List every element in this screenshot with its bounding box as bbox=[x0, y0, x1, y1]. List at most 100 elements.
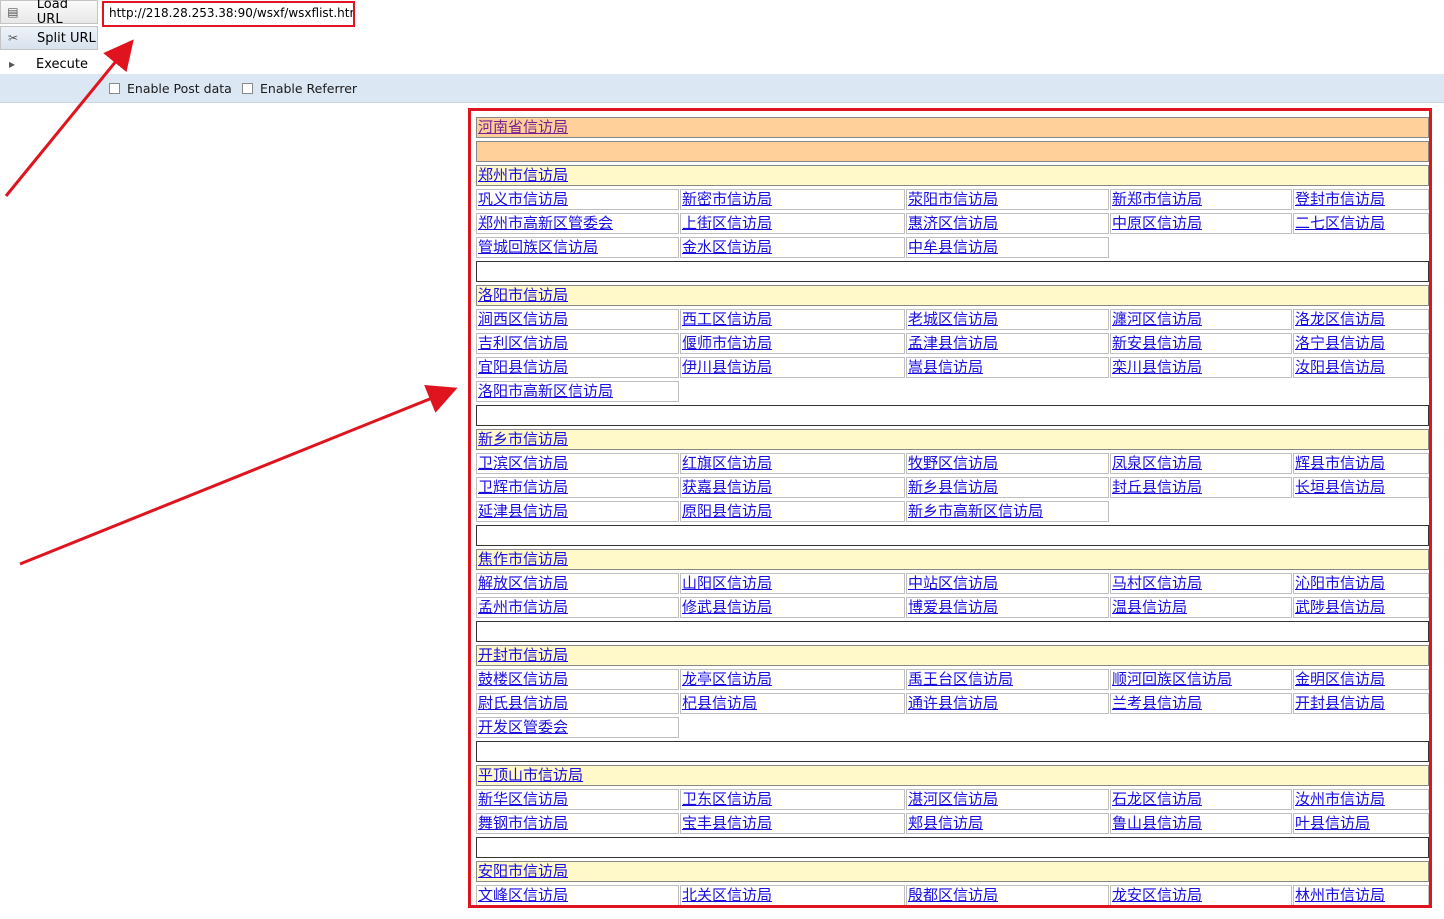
office-cell-link[interactable]: 原阳县信访局 bbox=[681, 502, 772, 520]
office-cell[interactable]: 马村区信访局 bbox=[1110, 573, 1292, 594]
office-cell[interactable]: 孟津县信访局 bbox=[906, 333, 1109, 354]
office-cell[interactable]: 武陟县信访局 bbox=[1293, 597, 1429, 618]
office-cell[interactable]: 新乡市高新区信访局 bbox=[906, 501, 1109, 522]
office-cell-link[interactable]: 长垣县信访局 bbox=[1294, 478, 1385, 496]
office-cell[interactable]: 兰考县信访局 bbox=[1110, 693, 1292, 714]
office-cell[interactable]: 禹王台区信访局 bbox=[906, 669, 1109, 690]
office-cell[interactable]: 新乡县信访局 bbox=[906, 477, 1109, 498]
province-header[interactable]: 河南省信访局 bbox=[476, 117, 1429, 138]
office-cell-link[interactable]: 栾川县信访局 bbox=[1111, 358, 1202, 376]
office-cell[interactable]: 巩义市信访局 bbox=[476, 189, 679, 210]
office-cell-link[interactable]: 开发区管委会 bbox=[477, 718, 568, 736]
office-cell[interactable]: 偃师市信访局 bbox=[680, 333, 905, 354]
office-cell[interactable]: 通许县信访局 bbox=[906, 693, 1109, 714]
office-cell[interactable]: 牧野区信访局 bbox=[906, 453, 1109, 474]
city-header-link[interactable]: 安阳市信访局 bbox=[477, 862, 568, 880]
office-cell-link[interactable]: 吉利区信访局 bbox=[477, 334, 568, 352]
office-cell[interactable]: 郑州市高新区管委会 bbox=[476, 213, 679, 234]
office-cell[interactable]: 凤泉区信访局 bbox=[1110, 453, 1292, 474]
office-cell-link[interactable]: 巩义市信访局 bbox=[477, 190, 568, 208]
office-cell[interactable]: 开封县信访局 bbox=[1293, 693, 1429, 714]
office-cell[interactable]: 解放区信访局 bbox=[476, 573, 679, 594]
office-cell[interactable]: 登封市信访局 bbox=[1293, 189, 1429, 210]
city-header[interactable]: 洛阳市信访局 bbox=[476, 285, 1429, 306]
office-cell[interactable]: 郏县信访局 bbox=[906, 813, 1109, 834]
office-cell[interactable]: 管城回族区信访局 bbox=[476, 237, 679, 258]
office-cell-link[interactable]: 宝丰县信访局 bbox=[681, 814, 772, 832]
office-cell[interactable]: 汝州市信访局 bbox=[1293, 789, 1429, 810]
office-cell[interactable]: 温县信访局 bbox=[1110, 597, 1292, 618]
office-cell[interactable]: 长垣县信访局 bbox=[1293, 477, 1429, 498]
office-cell-link[interactable]: 杞县信访局 bbox=[681, 694, 757, 712]
office-cell-link[interactable]: 林州市信访局 bbox=[1294, 886, 1385, 904]
office-cell-link[interactable]: 卫辉市信访局 bbox=[477, 478, 568, 496]
enable-post-option[interactable]: Enable Post data bbox=[109, 81, 232, 96]
office-cell[interactable]: 宝丰县信访局 bbox=[680, 813, 905, 834]
office-cell-link[interactable]: 孟津县信访局 bbox=[907, 334, 998, 352]
office-cell[interactable]: 伊川县信访局 bbox=[680, 357, 905, 378]
office-cell-link[interactable]: 瀍河区信访局 bbox=[1111, 310, 1202, 328]
office-cell[interactable]: 红旗区信访局 bbox=[680, 453, 905, 474]
load-url-button[interactable]: ▤ Load URL bbox=[0, 0, 98, 27]
office-cell-link[interactable]: 金水区信访局 bbox=[681, 238, 772, 256]
office-cell-link[interactable]: 鼓楼区信访局 bbox=[477, 670, 568, 688]
office-cell[interactable]: 卫东区信访局 bbox=[680, 789, 905, 810]
office-cell-link[interactable]: 通许县信访局 bbox=[907, 694, 998, 712]
office-cell-link[interactable]: 新密市信访局 bbox=[681, 190, 772, 208]
city-header-link[interactable]: 焦作市信访局 bbox=[477, 550, 568, 568]
office-cell-link[interactable]: 登封市信访局 bbox=[1294, 190, 1385, 208]
office-cell-link[interactable]: 山阳区信访局 bbox=[681, 574, 772, 592]
office-cell-link[interactable]: 修武县信访局 bbox=[681, 598, 772, 616]
office-cell[interactable]: 中站区信访局 bbox=[906, 573, 1109, 594]
office-cell[interactable]: 原阳县信访局 bbox=[680, 501, 905, 522]
office-cell-link[interactable]: 二七区信访局 bbox=[1294, 214, 1385, 232]
office-cell[interactable]: 修武县信访局 bbox=[680, 597, 905, 618]
office-cell-link[interactable]: 封丘县信访局 bbox=[1111, 478, 1202, 496]
office-cell[interactable]: 湛河区信访局 bbox=[906, 789, 1109, 810]
office-cell[interactable]: 殷都区信访局 bbox=[906, 885, 1109, 905]
office-cell[interactable]: 获嘉县信访局 bbox=[680, 477, 905, 498]
office-cell-link[interactable]: 红旗区信访局 bbox=[681, 454, 772, 472]
office-cell-link[interactable]: 宜阳县信访局 bbox=[477, 358, 568, 376]
enable-post-checkbox[interactable] bbox=[109, 83, 120, 94]
office-cell[interactable]: 舞钢市信访局 bbox=[476, 813, 679, 834]
enable-referrer-checkbox[interactable] bbox=[242, 83, 253, 94]
office-cell-link[interactable]: 中原区信访局 bbox=[1111, 214, 1202, 232]
office-cell-link[interactable]: 中牟县信访局 bbox=[907, 238, 998, 256]
office-cell[interactable]: 中原区信访局 bbox=[1110, 213, 1292, 234]
office-cell-link[interactable]: 马村区信访局 bbox=[1111, 574, 1202, 592]
city-header[interactable]: 郑州市信访局 bbox=[476, 165, 1429, 186]
office-cell-link[interactable]: 龙安区信访局 bbox=[1111, 886, 1202, 904]
office-cell[interactable]: 惠济区信访局 bbox=[906, 213, 1109, 234]
office-cell-link[interactable]: 开封县信访局 bbox=[1294, 694, 1385, 712]
office-cell[interactable]: 龙安区信访局 bbox=[1110, 885, 1292, 905]
office-cell-link[interactable]: 顺河回族区信访局 bbox=[1111, 670, 1232, 688]
office-cell[interactable]: 嵩县信访局 bbox=[906, 357, 1109, 378]
office-cell-link[interactable]: 辉县市信访局 bbox=[1294, 454, 1385, 472]
office-cell[interactable]: 新密市信访局 bbox=[680, 189, 905, 210]
office-cell[interactable]: 西工区信访局 bbox=[680, 309, 905, 330]
city-header-link[interactable]: 郑州市信访局 bbox=[477, 166, 568, 184]
office-cell[interactable]: 汝阳县信访局 bbox=[1293, 357, 1429, 378]
office-cell-link[interactable]: 西工区信访局 bbox=[681, 310, 772, 328]
office-cell[interactable]: 鼓楼区信访局 bbox=[476, 669, 679, 690]
office-cell-link[interactable]: 新郑市信访局 bbox=[1111, 190, 1202, 208]
office-cell-link[interactable]: 伊川县信访局 bbox=[681, 358, 772, 376]
office-cell-link[interactable]: 卫滨区信访局 bbox=[477, 454, 568, 472]
city-header[interactable]: 新乡市信访局 bbox=[476, 429, 1429, 450]
office-cell-link[interactable]: 卫东区信访局 bbox=[681, 790, 772, 808]
city-header[interactable]: 安阳市信访局 bbox=[476, 861, 1429, 882]
office-cell-link[interactable]: 偃师市信访局 bbox=[681, 334, 772, 352]
office-cell[interactable]: 延津县信访局 bbox=[476, 501, 679, 522]
office-cell[interactable]: 金水区信访局 bbox=[680, 237, 905, 258]
office-cell-link[interactable]: 禹王台区信访局 bbox=[907, 670, 1013, 688]
province-header-link[interactable]: 河南省信访局 bbox=[477, 118, 568, 136]
office-cell[interactable]: 北关区信访局 bbox=[680, 885, 905, 905]
office-cell[interactable]: 洛阳市高新区信访局 bbox=[476, 381, 679, 402]
office-cell-link[interactable]: 上街区信访局 bbox=[681, 214, 772, 232]
office-cell-link[interactable]: 龙亭区信访局 bbox=[681, 670, 772, 688]
office-cell[interactable]: 叶县信访局 bbox=[1293, 813, 1429, 834]
office-cell-link[interactable]: 牧野区信访局 bbox=[907, 454, 998, 472]
city-header-link[interactable]: 新乡市信访局 bbox=[477, 430, 568, 448]
office-cell-link[interactable]: 汝州市信访局 bbox=[1294, 790, 1385, 808]
